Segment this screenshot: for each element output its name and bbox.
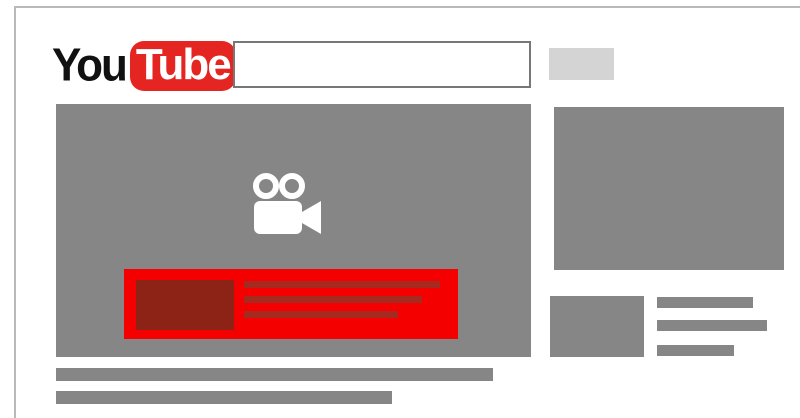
overlay-ad-text-line: [244, 311, 398, 318]
related-video-thumbnail[interactable]: [550, 296, 644, 357]
youtube-logo[interactable]: You Tube: [52, 38, 236, 94]
overlay-ad-text-line: [244, 296, 422, 303]
video-camera-icon: [253, 173, 321, 234]
overlay-ad-text-line: [244, 281, 440, 288]
logo-text-tube: Tube: [135, 40, 232, 89]
logo-tube-badge: Tube: [129, 40, 236, 91]
search-button[interactable]: [549, 48, 614, 80]
related-video-text-line: [657, 297, 753, 308]
overlay-ad-banner[interactable]: [124, 269, 458, 339]
video-description-line: [56, 391, 392, 404]
video-title-line: [56, 368, 493, 381]
overlay-ad-thumbnail: [136, 280, 234, 330]
logo-text-you: You: [52, 39, 128, 92]
search-input[interactable]: [233, 41, 531, 88]
sidebar-ad-box[interactable]: [554, 107, 784, 270]
related-video-text-line: [657, 320, 767, 331]
related-video-text-line: [657, 345, 734, 356]
